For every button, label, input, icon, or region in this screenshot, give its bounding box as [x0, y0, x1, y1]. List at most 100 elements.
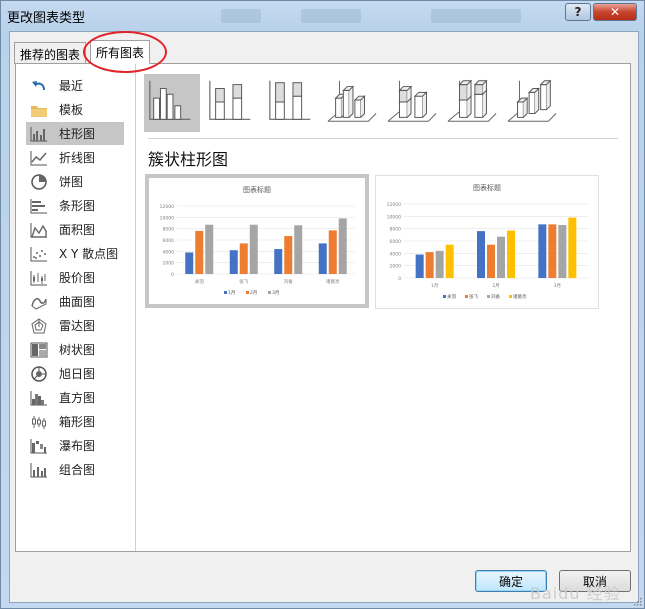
- sidebar-item-histogram-chart[interactable]: 直方图: [26, 386, 124, 409]
- subtype-stacked-column[interactable]: [204, 74, 260, 132]
- pie-chart-icon: [30, 173, 48, 190]
- bar: [229, 250, 238, 274]
- sidebar-item-box-whisker-chart[interactable]: 箱形图: [26, 410, 124, 433]
- legend-label: 张飞: [469, 293, 478, 300]
- y-tick-label: 8000: [163, 227, 175, 233]
- bar: [249, 224, 258, 274]
- y-tick-label: 8000: [390, 227, 402, 233]
- bar: [284, 236, 293, 274]
- legend-swatch: [443, 295, 446, 298]
- column-chart-icon: [30, 126, 48, 142]
- chart-subtype-heading: 簇状柱形图: [148, 150, 229, 169]
- bar: [415, 254, 424, 278]
- dialog-title: 更改图表类型: [7, 11, 86, 26]
- bar: [445, 244, 454, 278]
- subtype-clustered-column[interactable]: [144, 74, 200, 132]
- y-tick-label: 2000: [163, 261, 175, 267]
- y-tick-label: 10000: [387, 214, 401, 220]
- sidebar-item-label: 树状图: [59, 343, 96, 357]
- sidebar-item-column-chart[interactable]: 柱形图: [26, 122, 124, 145]
- stacked-column-icon: [206, 76, 258, 130]
- line-chart-icon: [30, 150, 48, 166]
- subtype-3d-clustered-column[interactable]: [324, 74, 380, 132]
- bar-chart-icon: [30, 198, 48, 214]
- background-blur: [221, 9, 261, 23]
- sidebar-item-waterfall-chart[interactable]: 瀑布图: [26, 434, 124, 457]
- bar: [185, 252, 194, 274]
- sidebar-item-scatter-chart[interactable]: X Y 散点图: [26, 242, 124, 265]
- x-tick-label: 2月: [492, 283, 499, 289]
- folder-icon: [30, 102, 48, 118]
- legend-label: 1月: [228, 290, 235, 296]
- legend-label: 2月: [250, 290, 257, 296]
- legend-swatch: [246, 291, 249, 294]
- sidebar-item-bar-chart[interactable]: 条形图: [26, 194, 124, 217]
- help-button[interactable]: ?: [565, 3, 591, 21]
- x-tick-label: 1月: [431, 283, 438, 289]
- box-whisker-chart-icon: [30, 414, 48, 430]
- y-tick-label: 0: [171, 272, 174, 278]
- sidebar-item-sunburst-chart[interactable]: 旭日图: [26, 362, 124, 385]
- y-tick-label: 6000: [390, 239, 402, 245]
- background-blur: [431, 9, 521, 23]
- preview-chart-1: 图表标题 0 2000 4000 6000 8000 10000 12000 关羽 张飞 刘备 诸葛亮…: [160, 185, 355, 296]
- sidebar-item-label: 股价图: [59, 271, 96, 285]
- sidebar-item-label: 组合图: [59, 463, 96, 477]
- sidebar-item-label: 柱形图: [59, 127, 96, 141]
- chart-preview-option-2[interactable]: 图表标题 0 2000 4000 6000 8000 10000 12000 1月 2月 3月 关羽 张…: [375, 175, 599, 309]
- sidebar-item-label: 瀑布图: [59, 439, 96, 453]
- sidebar-item-label: 面积图: [59, 223, 96, 237]
- legend-swatch: [224, 291, 227, 294]
- subtype-3d-100-stacked-column[interactable]: [444, 74, 500, 132]
- tab-all-charts[interactable]: 所有图表: [90, 40, 151, 64]
- sidebar-item-folder[interactable]: 模板: [26, 98, 124, 121]
- sidebar-item-surface-chart[interactable]: 曲面图: [26, 290, 124, 313]
- sidebar-item-label: 直方图: [59, 391, 96, 405]
- sidebar-item-area-chart[interactable]: 面积图: [26, 218, 124, 241]
- sidebar-item-radar-chart[interactable]: 雷达图: [26, 314, 124, 337]
- subtype-100-stacked-column[interactable]: [264, 74, 320, 132]
- subtype-3d-column[interactable]: [504, 74, 560, 132]
- bar: [425, 252, 434, 278]
- radar-chart-icon: [30, 317, 48, 334]
- bar: [487, 244, 495, 278]
- sidebar-item-label: 饼图: [59, 175, 84, 189]
- bar: [538, 224, 547, 278]
- bar: [477, 231, 485, 278]
- subtype-3d-stacked-column[interactable]: [384, 74, 440, 132]
- bar: [568, 217, 577, 278]
- bar: [497, 236, 505, 278]
- y-tick-label: 0: [398, 276, 401, 282]
- sidebar-item-combo-chart[interactable]: 组合图: [26, 458, 124, 481]
- chart-preview-option-1[interactable]: 图表标题 0 2000 4000 6000 8000 10000 12000 关羽 张飞 刘备 诸葛亮…: [145, 174, 369, 308]
- legend-swatch: [268, 291, 271, 294]
- 3d-stacked-column-icon: [386, 76, 438, 130]
- 100-stacked-column-icon: [266, 76, 318, 130]
- close-button[interactable]: ✕: [593, 3, 637, 21]
- bar: [435, 250, 444, 278]
- surface-chart-icon: [30, 294, 48, 310]
- sidebar-item-stock-chart[interactable]: 股价图: [26, 266, 124, 289]
- tab-recommended-charts[interactable]: 推荐的图表: [14, 42, 87, 64]
- sunburst-chart-icon: [30, 365, 48, 382]
- legend-swatch: [487, 295, 490, 298]
- legend-label: 刘备: [491, 293, 500, 300]
- sidebar-item-treemap-chart[interactable]: 树状图: [26, 338, 124, 361]
- title-bar: 更改图表类型 ? ✕: [1, 1, 644, 29]
- stock-chart-icon: [30, 270, 48, 286]
- bar: [195, 230, 204, 274]
- sidebar-item-line-chart[interactable]: 折线图: [26, 146, 124, 169]
- combo-chart-icon: [30, 462, 48, 478]
- legend-label: 3月: [272, 290, 279, 296]
- bar: [328, 230, 337, 274]
- y-tick-label: 12000: [387, 202, 401, 208]
- x-tick-label: 3月: [554, 283, 561, 289]
- resize-grip-icon[interactable]: [632, 596, 642, 606]
- preview-chart-2: 图表标题 0 2000 4000 6000 8000 10000 12000 1月 2月 3月关羽 张…: [387, 183, 588, 300]
- sidebar-item-pie-chart[interactable]: 饼图: [26, 170, 124, 193]
- sidebar-item-undo-arrow[interactable]: 最近: [26, 74, 124, 97]
- y-tick-label: 4000: [163, 249, 175, 255]
- waterfall-chart-icon: [30, 438, 48, 454]
- legend-label: 关羽: [447, 293, 456, 300]
- sidebar-item-label: 曲面图: [59, 295, 96, 309]
